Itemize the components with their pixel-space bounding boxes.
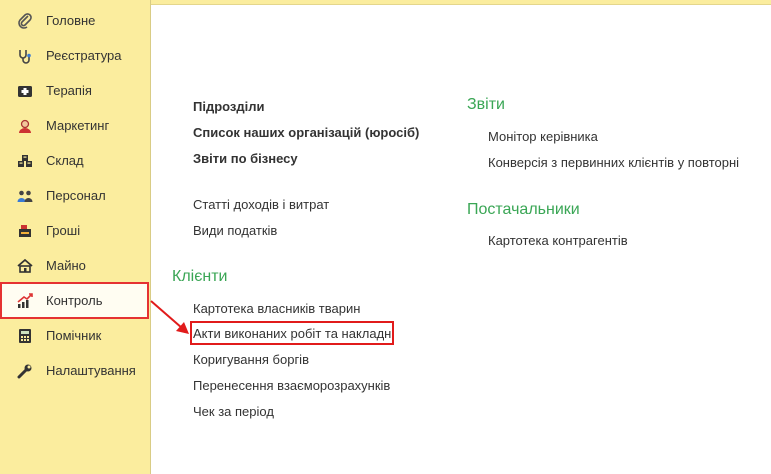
boxes-icon bbox=[17, 153, 33, 169]
link-pet-owners-file[interactable]: Картотека власників тварин bbox=[193, 301, 360, 316]
sidebar-item-main[interactable]: Головне bbox=[0, 3, 151, 38]
sidebar-item-label: Гроші bbox=[46, 223, 81, 238]
link-manager-monitor[interactable]: Монітор керівника bbox=[488, 129, 598, 144]
sidebar-item-label: Налаштування bbox=[46, 363, 136, 378]
sidebar-item-therapy[interactable]: Терапія bbox=[0, 73, 151, 108]
link-organizations[interactable]: Список наших організацій (юросіб) bbox=[193, 125, 419, 140]
top-strip bbox=[151, 0, 771, 5]
link-settlement-transfer[interactable]: Перенесення взаєморозрахунків bbox=[193, 378, 390, 393]
sidebar-item-label: Терапія bbox=[46, 83, 92, 98]
sidebar-item-registry[interactable]: Реєстратура bbox=[0, 38, 151, 73]
sidebar-item-label: Контроль bbox=[46, 293, 103, 308]
highlight-box bbox=[190, 321, 394, 345]
sidebar-item-settings[interactable]: Налаштування bbox=[0, 353, 151, 388]
sidebar-item-label: Склад bbox=[46, 153, 84, 168]
section-title-reports: Звіти bbox=[467, 96, 505, 113]
first-aid-kit-icon bbox=[17, 83, 33, 99]
sidebar-item-label: Персонал bbox=[46, 188, 106, 203]
calculator-icon bbox=[17, 328, 33, 344]
link-counterparty-file[interactable]: Картотека контрагентів bbox=[488, 233, 628, 248]
link-client-conversion[interactable]: Конверсія з первинних клієнтів у повторн… bbox=[488, 155, 739, 170]
sidebar-item-label: Реєстратура bbox=[46, 48, 122, 63]
sidebar-item-assistant[interactable]: Помічник bbox=[0, 318, 151, 353]
link-tax-types[interactable]: Види податків bbox=[193, 223, 277, 238]
sidebar-item-property[interactable]: Майно bbox=[0, 248, 151, 283]
sidebar: Головне Реєстратура Терапія Маркетинг Ск… bbox=[0, 0, 151, 474]
people-icon bbox=[17, 188, 33, 204]
link-business-reports[interactable]: Звіти по бізнесу bbox=[193, 151, 298, 166]
sidebar-item-control[interactable]: Контроль bbox=[0, 282, 149, 319]
sidebar-item-label: Помічник bbox=[46, 328, 102, 343]
sidebar-item-label: Майно bbox=[46, 258, 86, 273]
user-headset-icon bbox=[17, 118, 33, 134]
link-receipt-for-period[interactable]: Чек за період bbox=[193, 404, 274, 419]
section-title-clients: Клієнти bbox=[172, 268, 228, 285]
section-title-suppliers: Постачальники bbox=[467, 201, 580, 218]
house-icon bbox=[17, 258, 33, 274]
link-debt-adjustment[interactable]: Коригування боргів bbox=[193, 352, 309, 367]
sidebar-item-staff[interactable]: Персонал bbox=[0, 178, 151, 213]
sidebar-item-warehouse[interactable]: Склад bbox=[0, 143, 151, 178]
link-departments[interactable]: Підрозділи bbox=[193, 99, 265, 114]
cash-register-icon bbox=[17, 223, 33, 239]
wrench-icon bbox=[17, 363, 33, 379]
paperclip-icon bbox=[17, 12, 33, 29]
sidebar-item-marketing[interactable]: Маркетинг bbox=[0, 108, 151, 143]
sidebar-item-money[interactable]: Гроші bbox=[0, 213, 151, 248]
chart-up-icon bbox=[17, 292, 33, 309]
sidebar-item-label: Маркетинг bbox=[46, 118, 110, 133]
stethoscope-icon bbox=[17, 48, 33, 64]
sidebar-item-label: Головне bbox=[46, 13, 96, 28]
link-income-expense-items[interactable]: Статті доходів і витрат bbox=[193, 197, 329, 212]
